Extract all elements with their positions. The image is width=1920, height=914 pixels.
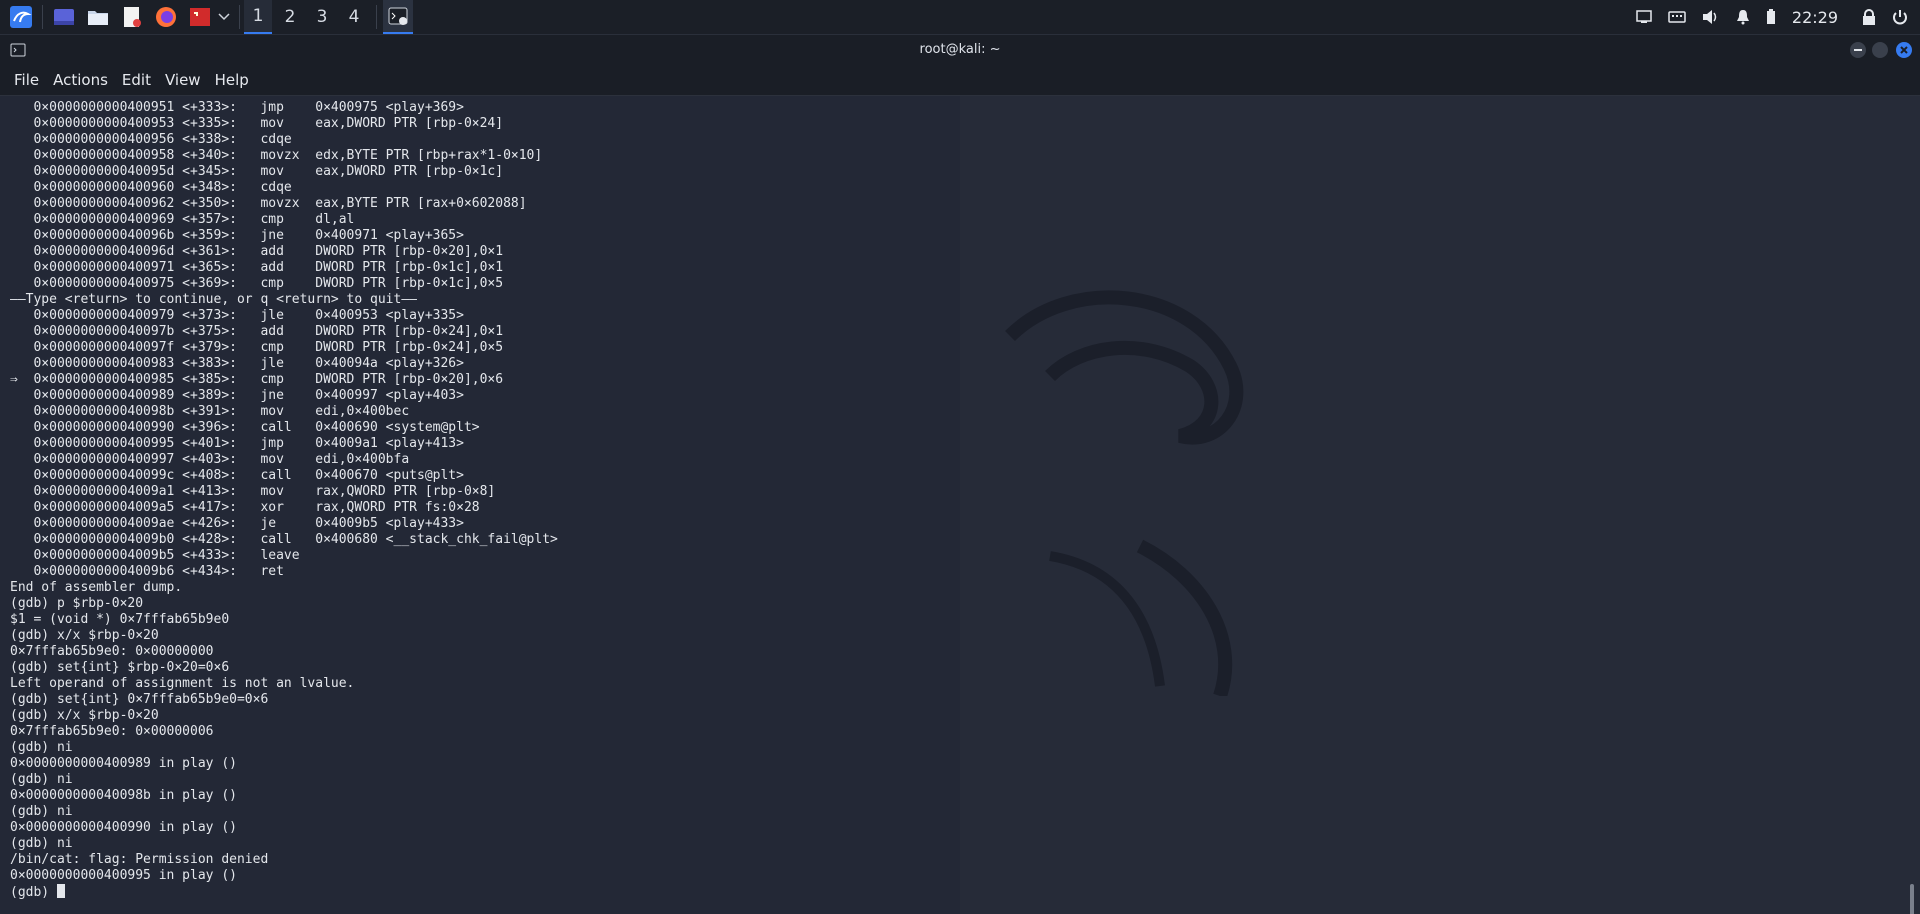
terminal-line: (gdb) set{int} $rbp-0×20=0×6 (10, 660, 230, 675)
terminal-line: 0×0000000000400962 <+350>: movzx eax,BYT… (10, 196, 527, 211)
window-title: root@kali: ~ (919, 42, 1001, 57)
terminal-task-icon[interactable] (383, 0, 413, 34)
menu-help[interactable]: Help (215, 71, 249, 89)
workspace-3[interactable]: 3 (308, 0, 336, 34)
menu-bar: File Actions Edit View Help (0, 65, 1920, 96)
terminal-line: 0×0000000000400989 in play () (10, 756, 237, 771)
terminal-line: 0×0000000000400951 <+333>: jmp 0×400975 … (10, 100, 464, 115)
notification-bell-icon[interactable] (1736, 9, 1750, 25)
workspace-1[interactable]: 1 (244, 0, 272, 34)
kali-dragon-watermark (1005, 290, 1244, 696)
terminal-line: 0×0000000000400990 in play () (10, 820, 237, 835)
separator (239, 5, 240, 29)
menu-edit[interactable]: Edit (122, 71, 151, 89)
terminal-line: ⇒ 0×0000000000400985 <+385>: cmp DWORD P… (10, 372, 504, 387)
terminal-line: (gdb) ni (10, 772, 73, 787)
terminal-line: 0×000000000040098b <+391>: mov edi,0×400… (10, 404, 410, 419)
keyboard-icon[interactable] (1668, 11, 1686, 23)
terminal-line: 0×00000000004009a1 <+413>: mov rax,QWORD… (10, 484, 496, 499)
terminal-line: 0×0000000000400958 <+340>: movzx edx,BYT… (10, 148, 543, 163)
terminal-line: 0×000000000040097b <+375>: add DWORD PTR… (10, 324, 504, 339)
maximize-button[interactable] (1872, 42, 1888, 58)
workspace-2[interactable]: 2 (276, 0, 304, 34)
power-icon[interactable] (1892, 9, 1908, 25)
terminal-line: (gdb) ni (10, 836, 73, 851)
terminal-line: (gdb) x/x $rbp-0×20 (10, 708, 159, 723)
terminal-line: 0×000000000040098b in play () (10, 788, 237, 803)
terminal-lines: 0×0000000000400951 <+333>: jmp 0×400975 … (10, 100, 558, 900)
terminal-line: 0×00000000004009a5 <+417>: xor rax,QWORD… (10, 500, 480, 515)
terminal-line: 0×000000000040095d <+345>: mov eax,DWORD… (10, 164, 504, 179)
terminal-line: 0×00000000004009b0 <+428>: call 0×400680… (10, 532, 558, 547)
lock-icon[interactable] (1862, 9, 1876, 25)
firefox-icon[interactable] (153, 4, 179, 30)
terminal-line: 0×000000000040096b <+359>: jne 0×400971 … (10, 228, 464, 243)
workspace-4[interactable]: 4 (340, 0, 368, 34)
show-desktop-icon[interactable] (51, 4, 77, 30)
terminal-line: Left operand of assignment is not an lva… (10, 676, 355, 691)
terminal-line: 0×0000000000400995 <+401>: jmp 0×4009a1 … (10, 436, 464, 451)
clock[interactable]: 22:29 (1792, 8, 1838, 27)
volume-icon[interactable] (1702, 9, 1720, 25)
app-launcher-red-icon[interactable] (187, 4, 213, 30)
terminal-line: /bin/cat: flag: Permission denied (10, 852, 269, 867)
file-manager-icon[interactable] (85, 4, 111, 30)
terminal-line: 0×0000000000400983 <+383>: jle 0×40094a … (10, 356, 464, 371)
scrollbar[interactable] (1910, 884, 1914, 914)
text-cursor (56, 884, 65, 898)
gdb-prompt-line[interactable]: (gdb) (10, 884, 558, 900)
terminal-line: 0×000000000040096d <+361>: add DWORD PTR… (10, 244, 504, 259)
top-panel: 1 2 3 4 22:29 (0, 0, 1920, 35)
terminal-line: (gdb) ni (10, 740, 73, 755)
terminal-line: 0×0000000000400995 in play () (10, 868, 237, 883)
separator (42, 5, 43, 29)
terminal-line: 0×00000000004009ae <+426>: je 0×4009b5 <… (10, 516, 464, 531)
terminal-line: (gdb) x/x $rbp-0×20 (10, 628, 159, 643)
terminal-line: 0×0000000000400990 <+396>: call 0×400690… (10, 420, 480, 435)
terminal-line: (gdb) p $rbp-0×20 (10, 596, 144, 611)
separator (376, 5, 377, 29)
terminal-line: 0×0000000000400969 <+357>: cmp dl,al (10, 212, 355, 227)
terminal-line: ——Type <return> to continue, or q <retur… (10, 292, 417, 307)
terminal-line: 0×0000000000400960 <+348>: cdqe (10, 180, 292, 195)
menu-view[interactable]: View (165, 71, 201, 89)
terminal-line: 0×0000000000400979 <+373>: jle 0×400953 … (10, 308, 464, 323)
minimize-button[interactable] (1850, 42, 1866, 58)
terminal-line: 0×0000000000400953 <+335>: mov eax,DWORD… (10, 116, 504, 131)
battery-icon[interactable] (1766, 9, 1776, 25)
gdb-prompt: (gdb) (10, 885, 57, 900)
title-bar[interactable]: root@kali: ~ (0, 35, 1920, 65)
terminal-window: root@kali: ~ File Actions Edit View Help… (0, 35, 1920, 914)
close-button[interactable] (1896, 42, 1912, 58)
terminal-line: 0×00000000004009b5 <+433>: leave (10, 548, 300, 563)
terminal-line: $1 = (void *) 0×7fffab65b9e0 (10, 612, 230, 627)
terminal-output[interactable]: 0×0000000000400951 <+333>: jmp 0×400975 … (0, 96, 1920, 914)
chevron-down-icon[interactable] (217, 4, 231, 30)
terminal-line: 0×7fffab65b9e0: 0×00000006 (10, 724, 214, 739)
display-icon[interactable] (1636, 10, 1652, 24)
terminal-line: 0×0000000000400997 <+403>: mov edi,0×400… (10, 452, 410, 467)
menu-actions[interactable]: Actions (53, 71, 108, 89)
text-editor-icon[interactable] (119, 4, 145, 30)
terminal-line: End of assembler dump. (10, 580, 183, 595)
terminal-line: 0×7fffab65b9e0: 0×00000000 (10, 644, 214, 659)
terminal-line: 0×0000000000400956 <+338>: cdqe (10, 132, 292, 147)
terminal-line: (gdb) set{int} 0×7fffab65b9e0=0×6 (10, 692, 269, 707)
terminal-line: 0×0000000000400975 <+369>: cmp DWORD PTR… (10, 276, 504, 291)
kali-menu-icon[interactable] (8, 4, 34, 30)
system-tray: 22:29 (1636, 0, 1920, 34)
terminal-line: (gdb) ni (10, 804, 73, 819)
terminal-line: 0×00000000004009b6 <+434>: ret (10, 564, 284, 579)
terminal-line: 0×0000000000400989 <+389>: jne 0×400997 … (10, 388, 464, 403)
terminal-line: 0×0000000000400971 <+365>: add DWORD PTR… (10, 260, 504, 275)
terminal-line: 0×000000000040097f <+379>: cmp DWORD PTR… (10, 340, 504, 355)
menu-file[interactable]: File (14, 71, 39, 89)
terminal-line: 0×000000000040099c <+408>: call 0×400670… (10, 468, 464, 483)
